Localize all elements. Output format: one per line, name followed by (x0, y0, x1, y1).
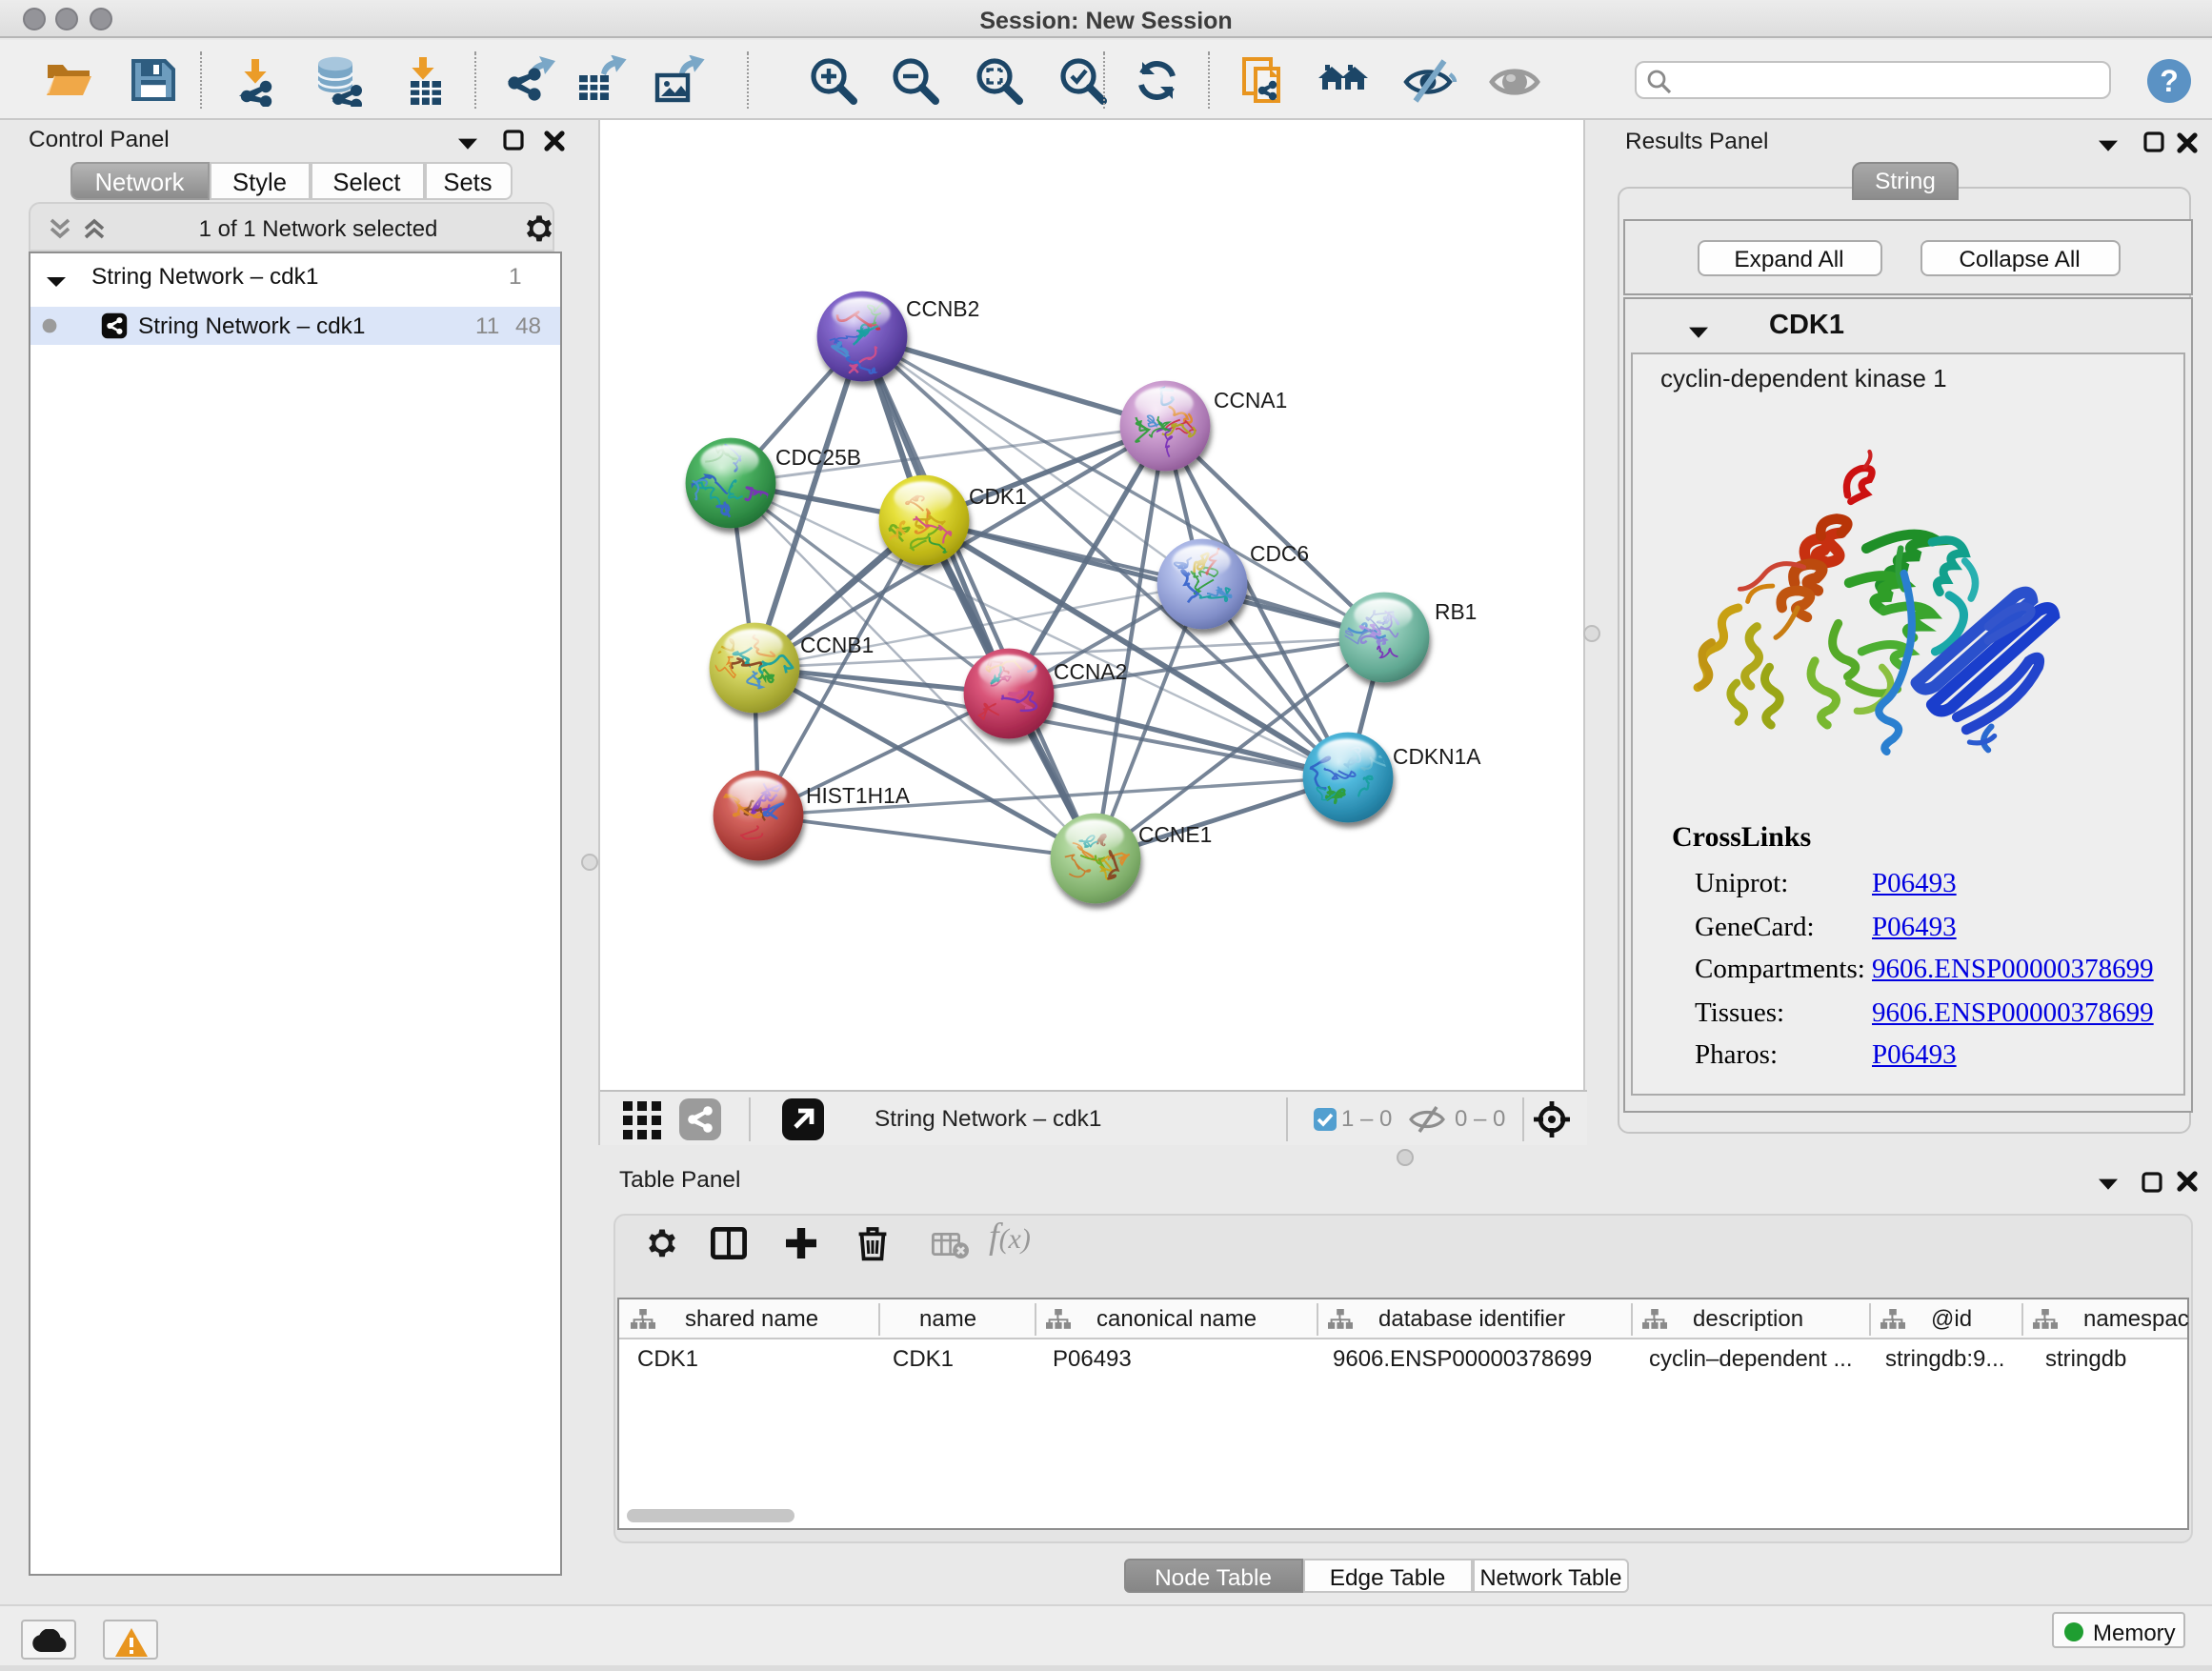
svg-text:CCNA1: CCNA1 (1214, 388, 1287, 413)
svg-text:CCNB1: CCNB1 (800, 633, 874, 657)
svg-text:RB1: RB1 (1435, 599, 1477, 624)
svg-text:CCNB2: CCNB2 (906, 296, 979, 321)
svg-text:HIST1H1A: HIST1H1A (806, 783, 911, 808)
svg-text:CDKN1A: CDKN1A (1393, 744, 1481, 769)
svg-text:CDC6: CDC6 (1250, 541, 1309, 566)
svg-text:CDK1: CDK1 (969, 484, 1027, 509)
svg-text:CCNA2: CCNA2 (1054, 659, 1127, 684)
svg-text:CCNE1: CCNE1 (1138, 822, 1212, 847)
svg-text:?: ? (2160, 64, 2179, 98)
svg-text:CDC25B: CDC25B (775, 445, 861, 470)
